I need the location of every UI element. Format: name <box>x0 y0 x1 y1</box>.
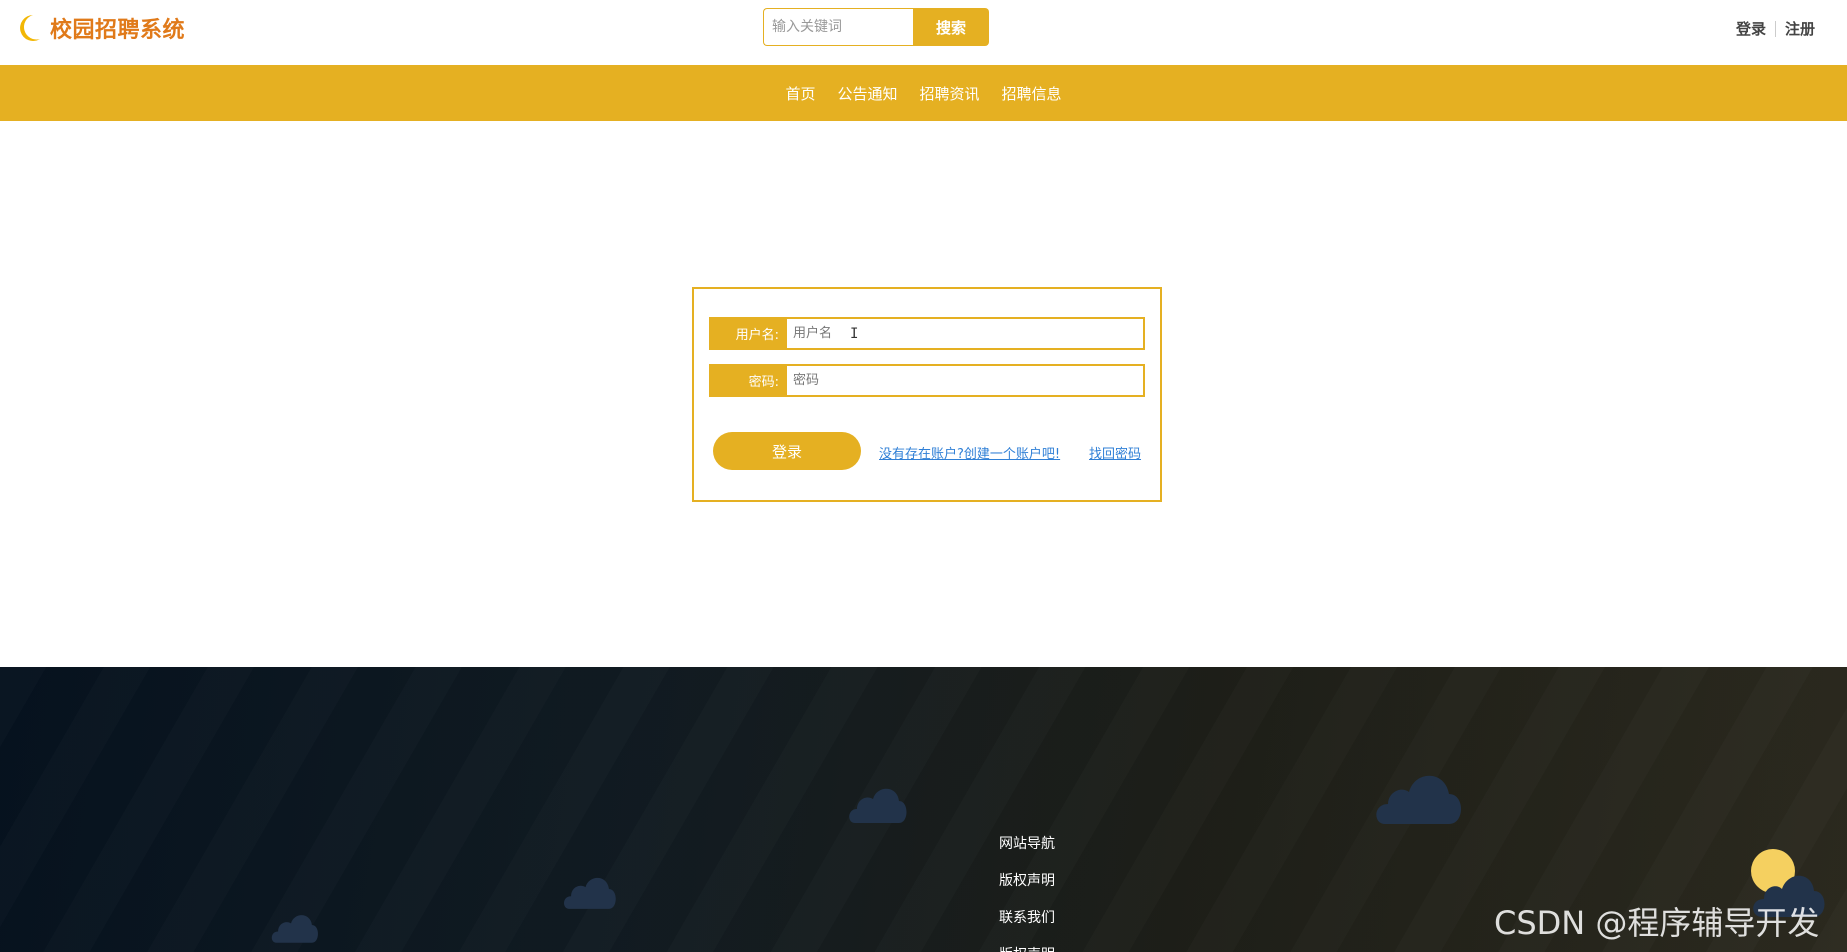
nav-item-home[interactable]: 首页 <box>785 83 815 104</box>
nav-item-notices[interactable]: 公告通知 <box>837 83 897 104</box>
moon-icon <box>20 15 40 41</box>
header: 校园招聘系统 搜索 登录 注册 <box>0 0 1847 65</box>
footer-link-contact[interactable]: 联系我们 <box>999 907 1055 929</box>
search-button[interactable]: 搜索 <box>913 8 989 46</box>
text-cursor-icon: I <box>850 326 859 342</box>
password-input[interactable] <box>787 364 1145 397</box>
create-account-link[interactable]: 没有存在账户?创建一个账户吧! <box>879 443 1060 462</box>
auth-links: 登录 注册 <box>1736 18 1815 39</box>
footer-link-copyright-2[interactable]: 版权声明 <box>999 944 1055 952</box>
footer-link-sitemap[interactable]: 网站导航 <box>999 833 1055 855</box>
watermark: CSDN @程序辅导开发 <box>1494 904 1820 942</box>
cloud-icon <box>564 877 616 909</box>
footer-links: 网站导航 版权声明 联系我们 版权声明 <box>999 833 1055 952</box>
register-link[interactable]: 注册 <box>1785 18 1815 39</box>
password-row: 密码: <box>709 364 1145 397</box>
password-label: 密码: <box>709 364 787 397</box>
cloud-icon <box>1376 775 1461 824</box>
username-row: 用户名: <box>709 317 1145 350</box>
nav-item-news[interactable]: 招聘资讯 <box>920 83 980 104</box>
search-input[interactable] <box>763 8 913 46</box>
login-link[interactable]: 登录 <box>1736 18 1766 39</box>
logo[interactable]: 校园招聘系统 <box>16 12 185 44</box>
cloud-icon <box>271 915 318 943</box>
logo-text: 校园招聘系统 <box>50 18 186 43</box>
search-bar: 搜索 <box>763 8 989 46</box>
username-label: 用户名: <box>709 317 787 350</box>
login-form: 用户名: 密码: 登录 没有存在账户?创建一个账户吧! 找回密码 <box>692 287 1162 502</box>
username-input[interactable] <box>787 317 1145 350</box>
login-button[interactable]: 登录 <box>713 432 861 470</box>
main-nav: 首页 公告通知 招聘资讯 招聘信息 <box>0 65 1847 121</box>
auth-divider <box>1774 20 1776 37</box>
cloud-icon <box>849 788 907 823</box>
forgot-password-link[interactable]: 找回密码 <box>1089 443 1141 462</box>
nav-item-jobs[interactable]: 招聘信息 <box>1002 83 1062 104</box>
footer-link-copyright[interactable]: 版权声明 <box>999 870 1055 892</box>
